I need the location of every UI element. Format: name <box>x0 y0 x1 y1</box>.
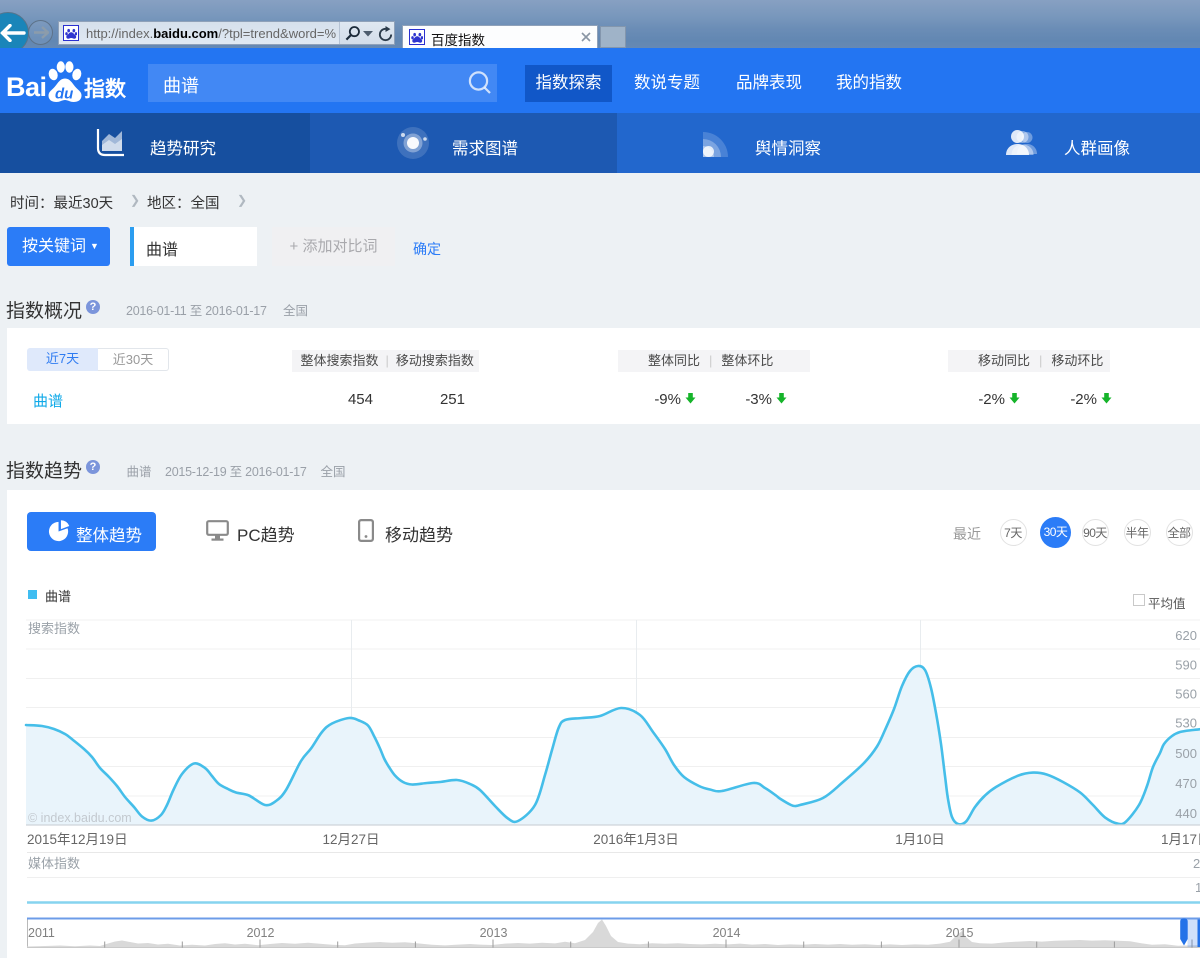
svg-text:2014: 2014 <box>713 926 741 940</box>
svg-text:2015: 2015 <box>946 926 974 940</box>
svg-text:590: 590 <box>1175 658 1197 673</box>
svg-text:搜索指数: 搜索指数 <box>28 621 80 636</box>
svg-text:530: 530 <box>1175 716 1197 731</box>
svg-text:© index.baidu.com: © index.baidu.com <box>28 811 132 825</box>
svg-text:1月10日: 1月10日 <box>895 832 945 847</box>
svg-text:440: 440 <box>1175 806 1197 821</box>
svg-text:560: 560 <box>1175 687 1197 702</box>
svg-text:2012: 2012 <box>247 926 275 940</box>
svg-text:500: 500 <box>1175 746 1197 761</box>
svg-text:2011: 2011 <box>28 926 55 940</box>
svg-text:620: 620 <box>1175 628 1197 643</box>
svg-text:2: 2 <box>1193 856 1200 871</box>
svg-text:12月27日: 12月27日 <box>322 832 379 847</box>
svg-text:1: 1 <box>1195 880 1200 895</box>
svg-text:2016年1月3日: 2016年1月3日 <box>593 832 679 847</box>
svg-text:2013: 2013 <box>480 926 508 940</box>
svg-text:2015年12月19日: 2015年12月19日 <box>27 832 128 847</box>
svg-text:1月17日: 1月17日 <box>1161 832 1200 847</box>
svg-text:470: 470 <box>1175 776 1197 791</box>
svg-text:媒体指数: 媒体指数 <box>28 856 80 871</box>
